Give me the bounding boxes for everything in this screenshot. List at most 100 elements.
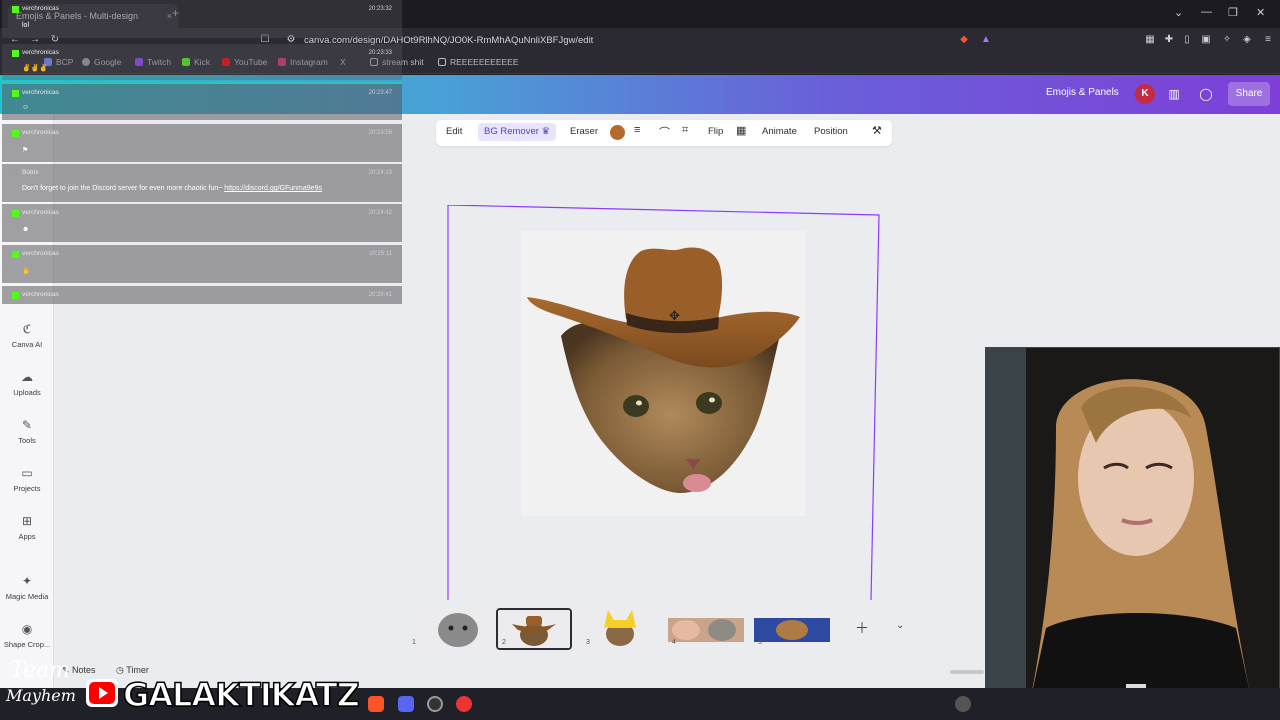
rail-projects[interactable]: ▭ Projects: [0, 466, 54, 493]
minimize-button[interactable]: —: [1201, 6, 1212, 18]
bot-badge-icon: [12, 170, 19, 177]
record-icon[interactable]: [456, 696, 472, 712]
chat-username: verchronicas: [22, 209, 59, 216]
cat-tongue: [683, 474, 711, 492]
brave-shield-icon[interactable]: ◆: [957, 33, 971, 47]
wallet-icon[interactable]: ▣: [1199, 33, 1213, 47]
thumb-pikachu-cat-image: [582, 608, 658, 650]
kick-badge-icon: [12, 130, 19, 137]
bookmark-reeee[interactable]: REEEEEEEEEEE: [438, 57, 519, 67]
kick-badge-icon: [12, 251, 19, 258]
chat-message: verchronicas 20:23:47 ☺: [2, 82, 402, 120]
extension-icon[interactable]: ▦: [1143, 33, 1157, 47]
rail-apps[interactable]: ⊞ Apps: [0, 514, 54, 541]
add-page-button[interactable]: ＋: [855, 618, 869, 638]
brave-rewards-icon[interactable]: ▲: [979, 33, 993, 47]
chat-timestamp: 20:23:47: [368, 90, 392, 96]
page-thumb-5[interactable]: [754, 608, 830, 650]
maximize-button[interactable]: ❐: [1228, 6, 1238, 19]
thumb-kiss-cat-image: [668, 608, 744, 650]
cat-eye-shine-left: [636, 400, 642, 406]
chat-timestamp: 20:23:33: [368, 50, 392, 56]
bookmark-label: REEEEEEEEEEE: [450, 57, 519, 67]
brave-icon[interactable]: [368, 696, 384, 712]
transparency-icon[interactable]: ▦: [736, 124, 746, 137]
page-number: 2: [502, 639, 506, 646]
rail-tools[interactable]: ✎ Tools: [0, 418, 54, 445]
obs-icon[interactable]: [427, 696, 443, 712]
chat-message: Botrix 20:24:13 Don't forget to join the…: [2, 164, 402, 202]
avatar[interactable]: K: [1135, 84, 1155, 104]
rail-magic-media[interactable]: ✦ Magic Media: [0, 574, 54, 601]
page-number: 1: [412, 639, 416, 646]
kick-badge-icon: [12, 210, 19, 217]
close-window-button[interactable]: ✕: [1256, 6, 1265, 19]
corner-rounding-icon[interactable]: ⌒: [659, 124, 670, 140]
chat-text: Don't forget to join the Discord server …: [22, 185, 322, 192]
rail-canva-ai[interactable]: ℭ Canva AI: [0, 322, 54, 349]
page-thumb-4[interactable]: [668, 608, 744, 650]
rail-label: Shape Crop...: [3, 640, 51, 649]
animate-button[interactable]: Animate: [762, 126, 797, 137]
move-cursor-icon: ✥: [669, 308, 680, 323]
rail-label: Canva AI: [11, 340, 43, 349]
team-label: Team: [10, 658, 70, 683]
emote-icon: ✌✌✌: [22, 65, 49, 72]
rail-shape-crop[interactable]: ◉ Shape Crop...: [0, 622, 54, 649]
rail-label: Magic Media: [5, 592, 49, 601]
crop-icon[interactable]: ⌗: [682, 124, 688, 137]
chat-username: verchronicas: [22, 89, 59, 96]
position-button[interactable]: Position: [814, 126, 848, 137]
discord-link[interactable]: https://discord.gg/GFunma9e9s: [224, 185, 322, 192]
eraser-button[interactable]: Eraser: [570, 126, 598, 137]
rail-label: Projects: [13, 484, 41, 493]
chat-message: verchronicas 20:25:41: [2, 286, 402, 304]
emote-icon: ☺: [22, 104, 30, 111]
zoom-slider[interactable]: [950, 670, 984, 674]
page-thumb-3[interactable]: [582, 608, 658, 650]
discord-icon[interactable]: [398, 696, 414, 712]
chat-timestamp: 20:24:13: [368, 170, 392, 176]
magic-media-icon: ✦: [21, 574, 33, 588]
chevron-down-icon[interactable]: ⌄: [896, 620, 904, 631]
streamer-image: [986, 348, 1279, 719]
leo-icon[interactable]: ✧: [1220, 33, 1234, 47]
chat-message: verchronicas 20:24:42 ☻: [2, 204, 402, 242]
page-thumb-1[interactable]: [420, 608, 496, 650]
vpn-icon[interactable]: ◈: [1240, 33, 1254, 47]
sidebar-icon[interactable]: ▯: [1180, 33, 1194, 47]
bg-remover-button[interactable]: BG Remover ♛: [478, 123, 557, 141]
image-toolbar: Edit BG Remover ♛ Eraser ≡ ⌒ ⌗ Flip ▦ An…: [436, 120, 892, 146]
tab-list-icon[interactable]: ⌄: [1174, 6, 1183, 19]
design-title[interactable]: Emojis & Panels: [1046, 87, 1119, 98]
thumb-blue-cat-image: [754, 608, 830, 650]
share-button[interactable]: Share: [1228, 82, 1270, 106]
insights-icon[interactable]: ▥: [1164, 84, 1184, 104]
copy-style-icon[interactable]: ⚒: [872, 124, 882, 137]
chat-message: verchronicas 20:23:59 ⚑: [2, 124, 402, 162]
chat-message: verchronicas 20:23:33 ✌✌✌: [2, 44, 402, 80]
selected-image[interactable]: [521, 231, 806, 516]
chat-username: verchronicas: [22, 250, 59, 257]
chat-message: verchronicas 20:23:32 lol: [2, 0, 402, 38]
page-thumb-2[interactable]: [496, 608, 572, 650]
rail-uploads[interactable]: ☁ Uploads: [0, 370, 54, 397]
chat-username: verchronicas: [22, 5, 59, 12]
line-weight-icon[interactable]: ≡: [634, 124, 640, 136]
comment-icon[interactable]: ◯: [1196, 84, 1216, 104]
chat-username: verchronicas: [22, 129, 59, 136]
puzzle-icon[interactable]: ✚: [1162, 33, 1176, 47]
flip-button[interactable]: Flip: [708, 126, 723, 137]
thumb-grey-cat-image: [420, 608, 496, 650]
emote-icon: ✋: [22, 268, 31, 275]
page-number: 3: [586, 639, 590, 646]
webcam-feed: [985, 347, 1280, 720]
chat-timestamp: 20:25:41: [368, 292, 392, 298]
cat-eye-shine-right: [709, 397, 715, 403]
menu-icon[interactable]: ≡: [1261, 33, 1275, 47]
weather-icon[interactable]: [955, 696, 971, 712]
edit-button[interactable]: Edit: [446, 126, 462, 137]
color-swatch[interactable]: [610, 125, 625, 140]
kick-badge-icon: [12, 50, 19, 57]
cat-eye-left: [623, 395, 649, 417]
